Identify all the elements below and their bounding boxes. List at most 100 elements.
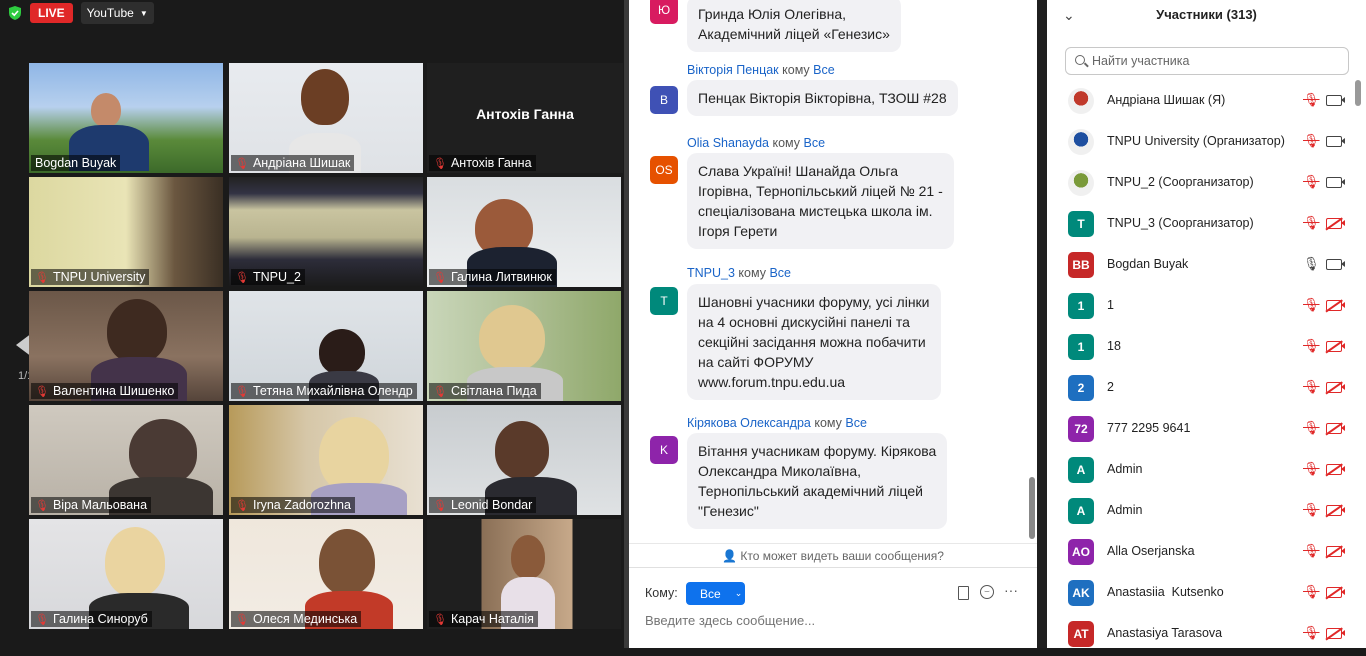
camera-off-icon[interactable]: [1326, 341, 1345, 352]
video-tile[interactable]: 🎙 Галина Синоруб: [29, 519, 223, 629]
participant-row[interactable]: AT Anastasiya Tarasova 🎙: [1047, 615, 1353, 656]
participant-row[interactable]: A Admin 🎙: [1047, 492, 1353, 533]
video-tile[interactable]: 🎙 Олеся Мединська: [229, 519, 423, 629]
video-tile[interactable]: 🎙 TNPU_2: [229, 177, 423, 287]
mic-muted-icon[interactable]: 🎙: [1303, 379, 1320, 395]
participant-avatar: 2: [1068, 375, 1094, 401]
participant-search-input[interactable]: Найти участника: [1065, 47, 1349, 75]
sender-name[interactable]: Вікторія Пенцак: [687, 63, 779, 77]
recipient-name[interactable]: Все: [813, 63, 835, 77]
recipient-name[interactable]: Все: [804, 136, 826, 150]
participant-row[interactable]: A Admin 🎙: [1047, 451, 1353, 492]
chat-messages[interactable]: Ю Гринда Юлія Олегівна, Академічний ліцей…: [629, 0, 1027, 543]
camera-icon[interactable]: [1326, 95, 1345, 106]
message-bubble[interactable]: Шановні учасники форуму, усі лінки на 4 …: [687, 284, 941, 400]
mic-muted-icon[interactable]: 🎙: [1303, 338, 1320, 354]
mic-muted-icon[interactable]: 🎙: [1303, 215, 1320, 231]
tile-name: Валентина Шишенко: [52, 384, 175, 398]
message-bubble[interactable]: Пенцак Вікторія Вікторівна, ТЗОШ #28: [687, 80, 958, 116]
mic-icon[interactable]: 🎙: [1303, 256, 1320, 272]
mic-muted-icon[interactable]: 🎙: [1303, 461, 1320, 477]
video-tile[interactable]: Антохів Ганна 🎙 Антохів Ганна: [427, 63, 623, 173]
tile-name: TNPU_2: [252, 270, 301, 284]
file-icon[interactable]: [958, 586, 969, 600]
participants-scrollbar[interactable]: [1355, 80, 1361, 106]
more-icon[interactable]: ···: [1004, 582, 1018, 598]
message-bubble[interactable]: Вітання учасникам форуму. Кірякова Олекс…: [687, 433, 948, 529]
camera-icon[interactable]: [1326, 259, 1345, 270]
recipient-select[interactable]: Все ⌄: [686, 582, 745, 605]
mic-muted-icon[interactable]: 🎙: [1303, 502, 1320, 518]
message-bubble[interactable]: Гринда Юлія Олегівна, Академічний ліцей …: [687, 0, 901, 52]
mic-muted-icon[interactable]: 🎙: [1303, 625, 1320, 641]
camera-off-icon[interactable]: [1326, 423, 1345, 434]
participant-row[interactable]: 1 18 🎙: [1047, 328, 1353, 369]
camera-off-icon[interactable]: [1326, 300, 1345, 311]
participant-search-placeholder: Найти участника: [1092, 54, 1190, 68]
sender-name[interactable]: Кірякова Олександра: [687, 416, 811, 430]
participant-row[interactable]: AK Anastasiia Kutsenko 🎙: [1047, 574, 1353, 615]
sender-avatar: K: [650, 436, 678, 464]
recipient-name[interactable]: Все: [769, 266, 791, 280]
participant-row[interactable]: 1 1 🎙: [1047, 287, 1353, 328]
video-tile[interactable]: 🎙 Валентина Шишенко: [29, 291, 223, 401]
video-tile[interactable]: 🎙 Leonid Bondar: [427, 405, 621, 515]
message-input[interactable]: [645, 613, 1015, 628]
panel-divider[interactable]: [1037, 0, 1047, 648]
camera-off-icon[interactable]: [1326, 587, 1345, 598]
video-tile[interactable]: 🎙 Галина Литвинюк: [427, 177, 621, 287]
video-tile[interactable]: 🎙 Карач Наталія: [427, 519, 621, 629]
participant-row[interactable]: TNPU University (Организатор) 🎙: [1047, 123, 1353, 164]
youtube-dropdown[interactable]: YouTube ▼: [80, 2, 154, 24]
recipient-name[interactable]: Все: [845, 416, 867, 430]
video-tile[interactable]: Bogdan Buyak: [29, 63, 223, 173]
sender-name[interactable]: Olia Shanayda: [687, 136, 769, 150]
visibility-note[interactable]: 👤 Кто может видеть ваши сообщения?: [629, 543, 1037, 567]
mic-muted-icon[interactable]: 🎙: [1303, 297, 1320, 313]
chat-scroll-thumb[interactable]: [1029, 477, 1035, 539]
camera-off-icon[interactable]: [1326, 382, 1345, 393]
chat-scrollbar[interactable]: [1027, 0, 1037, 543]
mic-muted-icon[interactable]: 🎙: [1303, 92, 1320, 108]
recipient-value: Все: [700, 586, 721, 601]
tile-name-label: 🎙 Антохів Ганна: [429, 155, 536, 171]
mic-muted-icon: 🎙: [433, 385, 447, 398]
participant-row[interactable]: AO Alla Oserjanska 🎙: [1047, 533, 1353, 574]
camera-off-icon[interactable]: [1326, 628, 1345, 639]
video-tile[interactable]: 🎙 Андріана Шишак: [229, 63, 423, 173]
camera-icon[interactable]: [1326, 136, 1345, 147]
chevron-down-icon: ⌄: [734, 588, 743, 598]
live-badge[interactable]: LIVE: [30, 3, 73, 23]
video-tile[interactable]: 🎙 Світлана Пида: [427, 291, 621, 401]
participant-avatar: [1068, 88, 1094, 114]
participant-avatar: AK: [1068, 580, 1094, 606]
participant-row[interactable]: BB Bogdan Buyak 🎙: [1047, 246, 1353, 287]
shield-icon[interactable]: [8, 6, 22, 20]
mic-muted-icon: 🎙: [235, 385, 249, 398]
sender-name[interactable]: TNPU_3: [687, 266, 735, 280]
video-tile[interactable]: 🎙 Тетяна Михайлівна Олендр: [229, 291, 423, 401]
mic-muted-icon[interactable]: 🎙: [1303, 584, 1320, 600]
mic-muted-icon: 🎙: [235, 499, 249, 512]
camera-off-icon[interactable]: [1326, 218, 1345, 229]
participant-row[interactable]: T TNPU_3 (Соорганизатор) 🎙: [1047, 205, 1353, 246]
mic-muted-icon[interactable]: 🎙: [1303, 420, 1320, 436]
camera-off-icon[interactable]: [1326, 464, 1345, 475]
participant-name: TNPU University (Организатор): [1107, 134, 1285, 148]
emoji-icon[interactable]: ⌣: [980, 585, 994, 599]
tile-name: Андріана Шишак: [252, 156, 351, 170]
video-tile[interactable]: 🎙 Iryna Zadorozhna: [229, 405, 423, 515]
mic-muted-icon[interactable]: 🎙: [1303, 133, 1320, 149]
participant-row[interactable]: 2 2 🎙: [1047, 369, 1353, 410]
mic-muted-icon[interactable]: 🎙: [1303, 543, 1320, 559]
camera-icon[interactable]: [1326, 177, 1345, 188]
participant-row[interactable]: 72 777 2295 9641 🎙: [1047, 410, 1353, 451]
participant-row[interactable]: Андріана Шишак (Я) 🎙: [1047, 82, 1353, 123]
mic-muted-icon[interactable]: 🎙: [1303, 174, 1320, 190]
video-tile[interactable]: 🎙 TNPU University: [29, 177, 223, 287]
message-bubble[interactable]: Слава Україні! Шанайда Ольга Ігорівна, Т…: [687, 153, 954, 249]
camera-off-icon[interactable]: [1326, 505, 1345, 516]
camera-off-icon[interactable]: [1326, 546, 1345, 557]
video-tile[interactable]: 🎙 Віра Мальована: [29, 405, 223, 515]
participant-row[interactable]: TNPU_2 (Соорганизатор) 🎙: [1047, 164, 1353, 205]
